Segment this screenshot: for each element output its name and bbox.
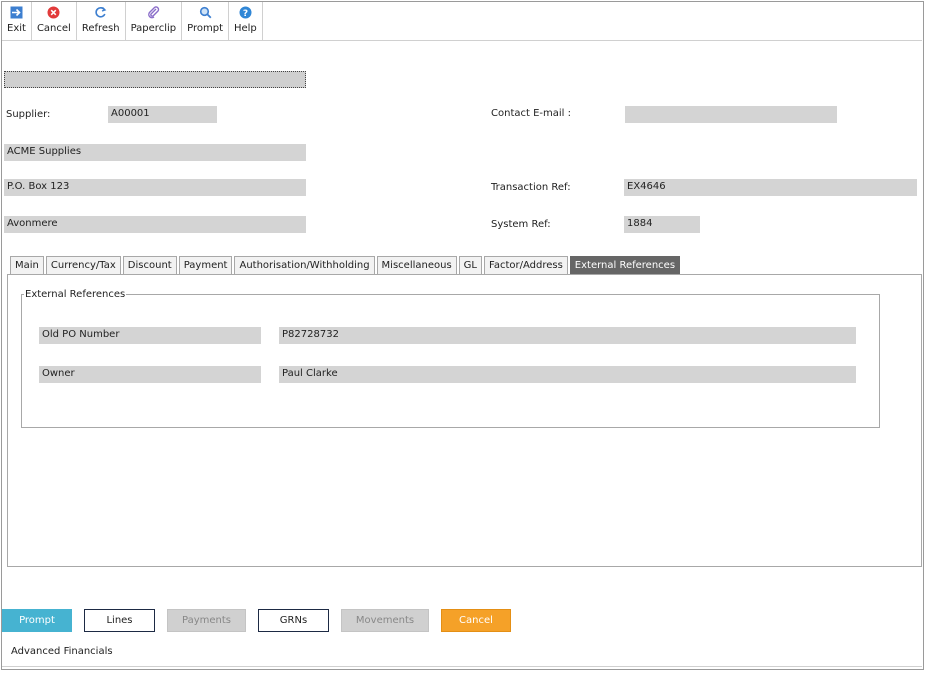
toolbar: Exit Cancel Refresh Paperclip Prompt ? H… <box>2 2 922 41</box>
magnifier-icon <box>198 5 212 19</box>
footer-divider <box>2 666 922 667</box>
supplier-label: Supplier: <box>6 109 51 120</box>
app-name: Advanced Financials <box>11 646 113 657</box>
supplier-name-field[interactable]: ACME Supplies <box>4 144 306 161</box>
tab-factor-address[interactable]: Factor/Address <box>483 256 568 274</box>
exit-arrow-icon <box>9 5 23 19</box>
tab-gl[interactable]: GL <box>458 256 482 274</box>
tab-currency-tax[interactable]: Currency/Tax <box>45 256 121 274</box>
exit-label: Exit <box>7 23 26 34</box>
cancel-button[interactable]: Cancel <box>441 609 511 632</box>
tab-miscellaneous[interactable]: Miscellaneous <box>376 256 457 274</box>
paperclip-icon <box>146 5 160 19</box>
refresh-icon <box>94 5 108 19</box>
exit-button[interactable]: Exit <box>2 2 32 40</box>
owner-label: Owner <box>39 366 261 383</box>
help-label: Help <box>233 23 257 34</box>
address-line2-field[interactable]: Avonmere <box>4 216 306 233</box>
prompt-toolbar-button[interactable]: Prompt <box>182 2 229 40</box>
lines-button[interactable]: Lines <box>84 609 155 632</box>
system-ref-field[interactable]: 1884 <box>624 216 700 233</box>
tab-authorisation-withholding[interactable]: Authorisation/Withholding <box>234 256 375 274</box>
svg-text:?: ? <box>243 9 248 19</box>
address-line1-field[interactable]: P.O. Box 123 <box>4 179 306 196</box>
old-po-number-field[interactable]: P82728732 <box>279 327 856 344</box>
tab-strip: Main Currency/Tax Discount Payment Autho… <box>10 256 682 274</box>
paperclip-label: Paperclip <box>130 23 177 34</box>
document-title-field[interactable] <box>4 71 306 88</box>
cancel-toolbar-button[interactable]: Cancel <box>32 2 77 40</box>
grns-button[interactable]: GRNs <box>258 609 329 632</box>
tab-external-references[interactable]: External References <box>569 256 681 274</box>
movements-button[interactable]: Movements <box>341 609 429 632</box>
external-references-legend: External References <box>24 289 127 300</box>
refresh-label: Refresh <box>81 23 120 34</box>
help-icon: ? <box>238 5 252 19</box>
tab-main[interactable]: Main <box>10 256 44 274</box>
prompt-button[interactable]: Prompt <box>2 609 72 632</box>
external-references-group <box>21 294 880 428</box>
tab-discount[interactable]: Discount <box>122 256 177 274</box>
system-ref-label: System Ref: <box>491 219 551 230</box>
cancel-toolbar-label: Cancel <box>36 23 71 34</box>
supplier-code-field[interactable]: A00001 <box>108 106 217 123</box>
help-button[interactable]: ? Help <box>229 2 263 40</box>
contact-email-label: Contact E-mail : <box>491 108 571 119</box>
transaction-ref-field[interactable]: EX4646 <box>624 179 917 196</box>
payments-button[interactable]: Payments <box>167 609 246 632</box>
tab-payment[interactable]: Payment <box>178 256 233 274</box>
prompt-toolbar-label: Prompt <box>187 23 223 34</box>
refresh-button[interactable]: Refresh <box>77 2 126 40</box>
transaction-ref-label: Transaction Ref: <box>491 182 571 193</box>
paperclip-button[interactable]: Paperclip <box>126 2 183 40</box>
owner-field[interactable]: Paul Clarke <box>279 366 856 383</box>
contact-email-field[interactable] <box>625 106 837 123</box>
old-po-number-label: Old PO Number <box>39 327 261 344</box>
cancel-x-icon <box>47 5 61 19</box>
